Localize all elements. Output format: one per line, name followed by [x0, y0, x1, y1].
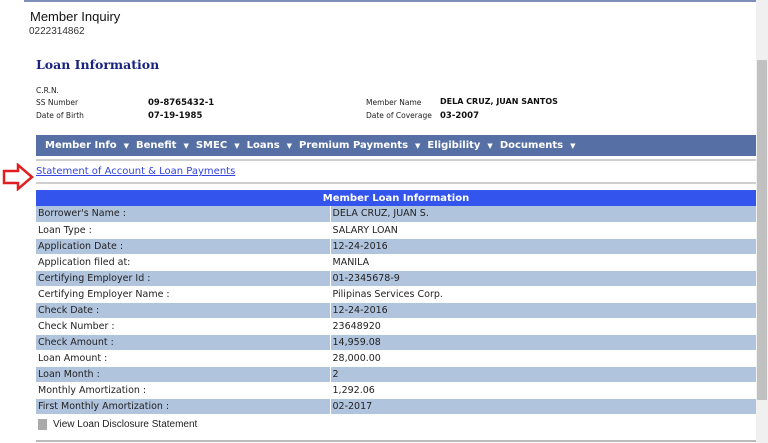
- row-value: 23648920: [330, 318, 756, 334]
- nav-menu: Member Info ▼ Benefit ▼ SMEC ▼ Loans ▼ Premi…: [36, 135, 756, 156]
- chevron-down-icon[interactable]: ▼: [570, 142, 575, 150]
- top-border: [24, 0, 756, 2]
- chevron-down-icon[interactable]: ▼: [234, 142, 239, 150]
- scrollbar-thumb[interactable]: [757, 60, 767, 400]
- ss-label: SS Number: [36, 98, 78, 107]
- row-value: 14,959.08: [330, 334, 756, 350]
- row-value: 01-2345678-9: [330, 270, 756, 286]
- dob-value: 07-19-1985: [148, 111, 202, 121]
- row-label: Loan Amount :: [36, 350, 330, 366]
- table-row: Loan Amount :28,000.00: [36, 350, 756, 366]
- document-icon: [38, 419, 47, 430]
- member-name-value: DELA CRUZ, JUAN SANTOS: [440, 97, 558, 106]
- chevron-down-icon[interactable]: ▼: [124, 142, 129, 150]
- nav-smec[interactable]: SMEC: [196, 140, 227, 151]
- member-name-label: Member Name: [366, 98, 421, 107]
- row-label: Check Date :: [36, 302, 330, 318]
- table-row: Application filed at:MANILA: [36, 254, 756, 270]
- row-label: Application Date :: [36, 238, 330, 254]
- table-row: Certifying Employer Name :Pilipinas Serv…: [36, 286, 756, 302]
- dob-label: Date of Birth: [36, 111, 84, 120]
- scrollbar[interactable]: [756, 0, 768, 443]
- page-title: Member Inquiry: [30, 9, 120, 24]
- table-row: Loan Type :SALARY LOAN: [36, 222, 756, 238]
- row-value: 1,292.06: [330, 382, 756, 398]
- table-title: Member Loan Information: [36, 190, 756, 206]
- nav-member-info[interactable]: Member Info: [45, 140, 117, 151]
- row-label: First Monthly Amortization :: [36, 398, 330, 414]
- row-label: Check Amount :: [36, 334, 330, 350]
- table-row: Borrower's Name :DELA CRUZ, JUAN S.: [36, 206, 756, 222]
- nav-benefit[interactable]: Benefit: [136, 140, 177, 151]
- chevron-down-icon[interactable]: ▼: [287, 142, 292, 150]
- table-row: Certifying Employer Id :01-2345678-9: [36, 270, 756, 286]
- row-value: 02-2017: [330, 398, 756, 414]
- coverage-value: 03-2007: [440, 111, 479, 121]
- member-id: 0222314862: [29, 26, 85, 37]
- table-row: First Monthly Amortization :02-2017: [36, 398, 756, 414]
- nav-eligibility[interactable]: Eligibility: [427, 140, 480, 151]
- statement-link[interactable]: Statement of Account & Loan Payments: [36, 166, 235, 177]
- table-row: Check Date :12-24-2016: [36, 302, 756, 318]
- view-disclosure-link[interactable]: View Loan Disclosure Statement: [38, 419, 197, 430]
- row-value: 12-24-2016: [330, 302, 756, 318]
- row-value: 28,000.00: [330, 350, 756, 366]
- row-value: DELA CRUZ, JUAN S.: [330, 206, 756, 222]
- row-value: 12-24-2016: [330, 238, 756, 254]
- chevron-down-icon[interactable]: ▼: [487, 142, 492, 150]
- row-label: Certifying Employer Id :: [36, 270, 330, 286]
- section-title: Loan Information: [36, 57, 159, 72]
- row-label: Certifying Employer Name :: [36, 286, 330, 302]
- row-label: Loan Month :: [36, 366, 330, 382]
- member-loan-table: Member Loan Information Borrower's Name …: [36, 190, 756, 415]
- table-row: Application Date :12-24-2016: [36, 238, 756, 254]
- row-value: SALARY LOAN: [330, 222, 756, 238]
- row-label: Borrower's Name :: [36, 206, 330, 222]
- chevron-down-icon[interactable]: ▼: [183, 142, 188, 150]
- coverage-label: Date of Coverage: [366, 111, 432, 120]
- row-label: Loan Type :: [36, 222, 330, 238]
- red-arrow-icon: [2, 163, 34, 191]
- table-row: Check Number :23648920: [36, 318, 756, 334]
- row-label: Check Number :: [36, 318, 330, 334]
- divider: [36, 440, 756, 442]
- row-value: 2: [330, 366, 756, 382]
- nav-documents[interactable]: Documents: [500, 140, 563, 151]
- row-value: MANILA: [330, 254, 756, 270]
- chevron-down-icon[interactable]: ▼: [415, 142, 420, 150]
- nav-loans[interactable]: Loans: [247, 140, 280, 151]
- table-row: Monthly Amortization :1,292.06: [36, 382, 756, 398]
- divider: [36, 159, 756, 161]
- ss-value: 09-8765432-1: [148, 98, 214, 108]
- row-label: Monthly Amortization :: [36, 382, 330, 398]
- nav-premium-payments[interactable]: Premium Payments: [299, 140, 408, 151]
- crn-label: C.R.N.: [36, 86, 59, 95]
- divider: [36, 182, 756, 184]
- row-value: Pilipinas Services Corp.: [330, 286, 756, 302]
- row-label: Application filed at:: [36, 254, 330, 270]
- disclosure-label: View Loan Disclosure Statement: [53, 419, 197, 430]
- table-row: Check Amount :14,959.08: [36, 334, 756, 350]
- table-row: Loan Month :2: [36, 366, 756, 382]
